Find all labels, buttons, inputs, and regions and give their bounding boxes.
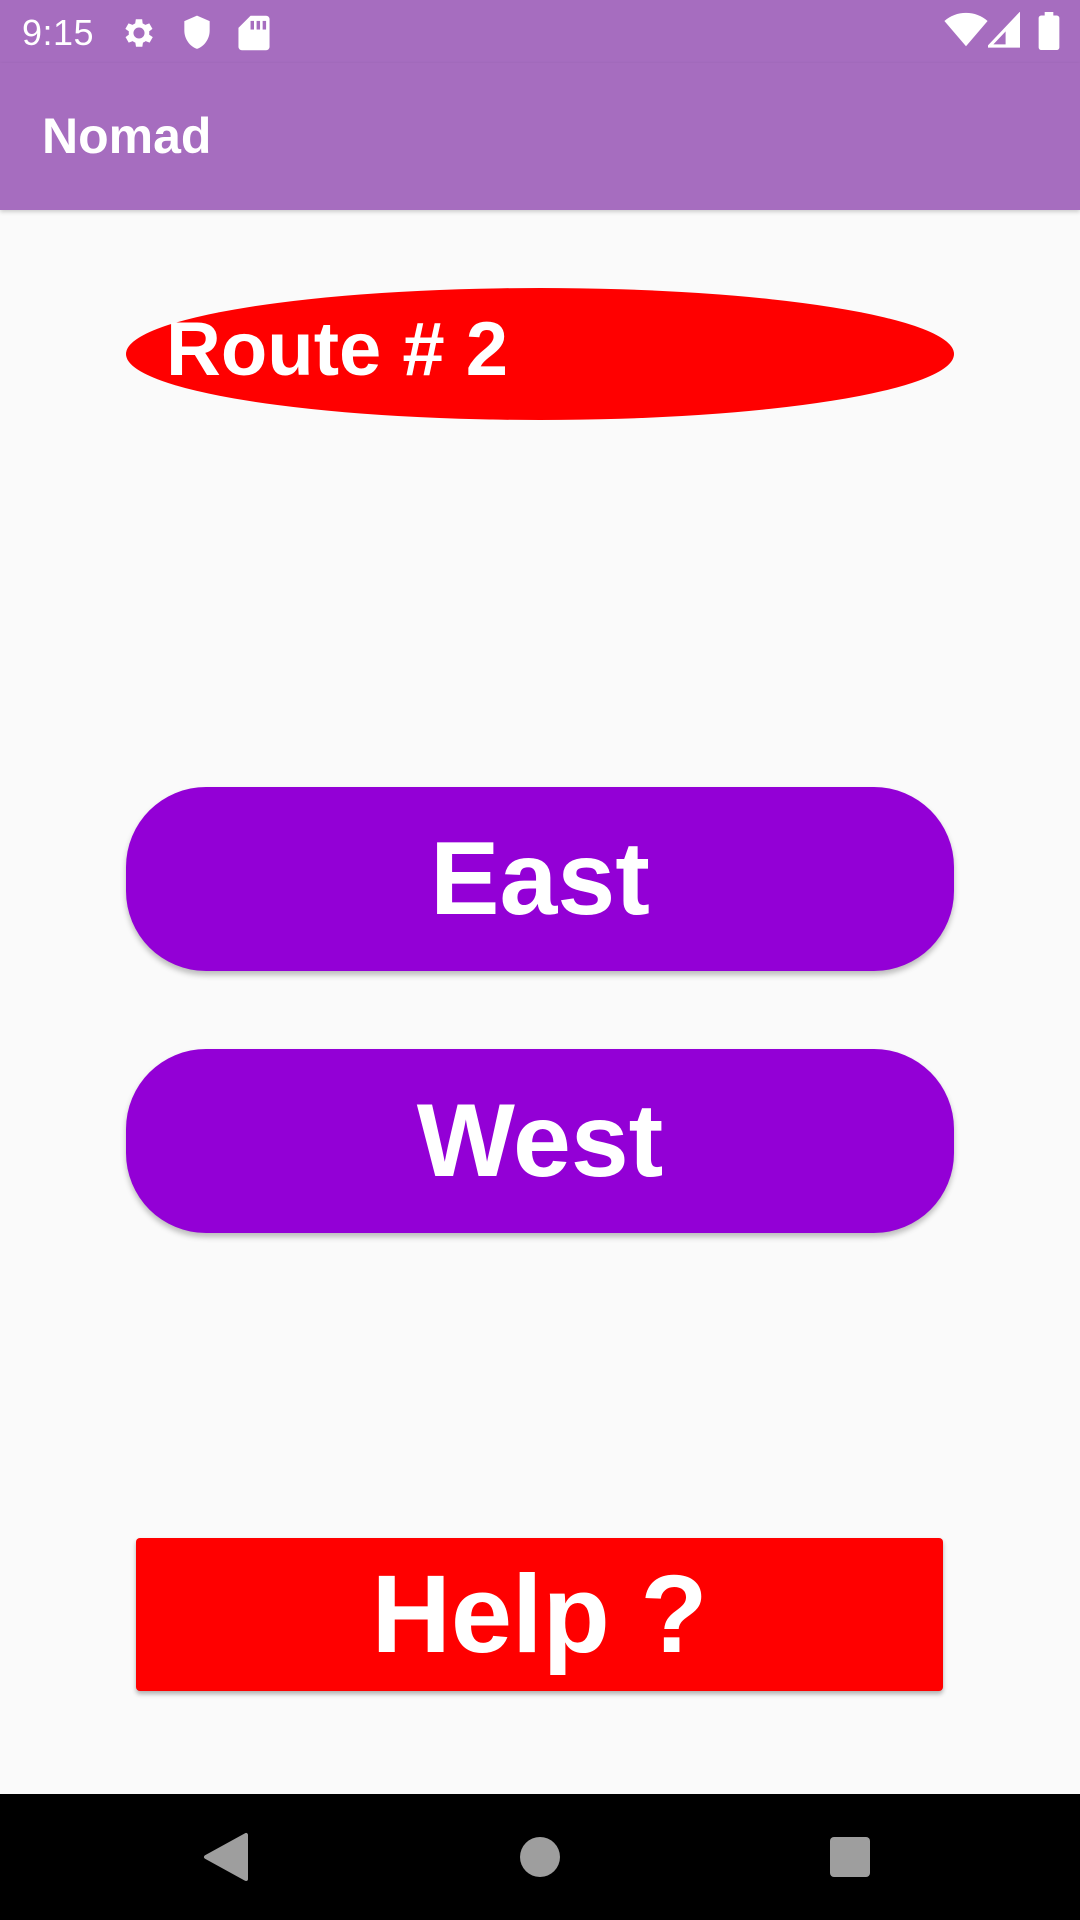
- route-label: Route # 2: [166, 307, 509, 392]
- app-title: Nomad: [42, 108, 212, 164]
- wifi-icon: [944, 12, 988, 53]
- home-button[interactable]: [470, 1794, 610, 1920]
- app-bar: Nomad: [0, 63, 1080, 210]
- status-bar: 9:15: [0, 0, 1080, 63]
- route-badge: Route # 2: [126, 288, 954, 420]
- signal-icon: [985, 11, 1020, 53]
- west-button[interactable]: West: [126, 1049, 954, 1233]
- battery-icon: [1038, 12, 1060, 55]
- recents-button[interactable]: [780, 1794, 920, 1920]
- help-button[interactable]: Help ?: [136, 1538, 943, 1691]
- east-button[interactable]: East: [126, 787, 954, 971]
- shield-icon: [180, 14, 214, 57]
- status-time: 9:15: [22, 12, 95, 53]
- sd-card-icon: [238, 14, 270, 57]
- back-button[interactable]: [156, 1794, 296, 1920]
- settings-icon: [120, 14, 158, 57]
- navigation-bar: [0, 1794, 1080, 1920]
- screen: 9:15 Nomad Route # 2 East West Help ?: [0, 0, 1080, 1920]
